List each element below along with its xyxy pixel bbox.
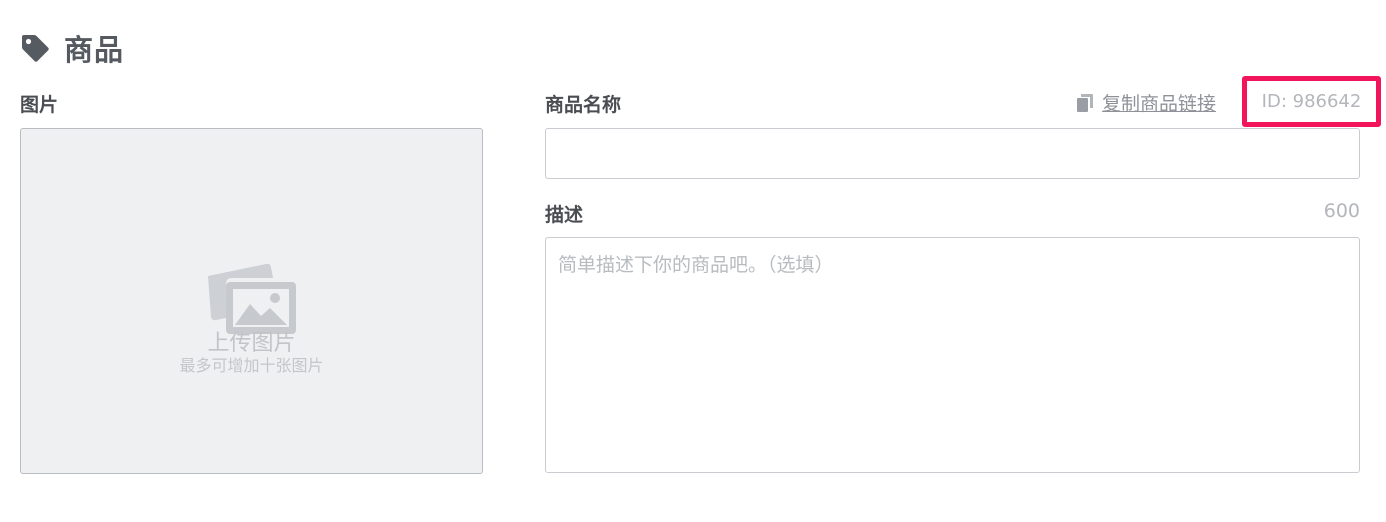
tag-icon — [22, 35, 49, 62]
product-form: 商品 图片 上传图片 最多可增加十张图片 商品名称 复制商品链接 ID: 986… — [0, 0, 1386, 522]
image-upload-icon — [207, 263, 296, 334]
description-label: 描述 — [545, 204, 584, 226]
description-char-limit: 600 — [1323, 200, 1360, 222]
upload-hint: 最多可增加十张图片 — [179, 356, 324, 375]
product-name-input[interactable] — [545, 128, 1360, 179]
section-header: 商品 — [20, 28, 124, 68]
product-id-badge: ID: 986642 — [1242, 76, 1381, 127]
image-uploader[interactable]: 上传图片 最多可增加十张图片 — [20, 128, 483, 474]
copy-product-link-button[interactable]: 复制商品链接 — [1076, 89, 1216, 116]
description-textarea[interactable] — [545, 237, 1360, 473]
product-id-text: ID: 986642 — [1261, 91, 1362, 112]
product-name-label: 商品名称 — [545, 94, 622, 116]
copy-icon — [1077, 93, 1093, 112]
image-label: 图片 — [20, 94, 59, 116]
section-title: 商品 — [64, 33, 125, 67]
upload-title: 上传图片 — [207, 331, 296, 356]
copy-product-link-label: 复制商品链接 — [1102, 93, 1217, 115]
